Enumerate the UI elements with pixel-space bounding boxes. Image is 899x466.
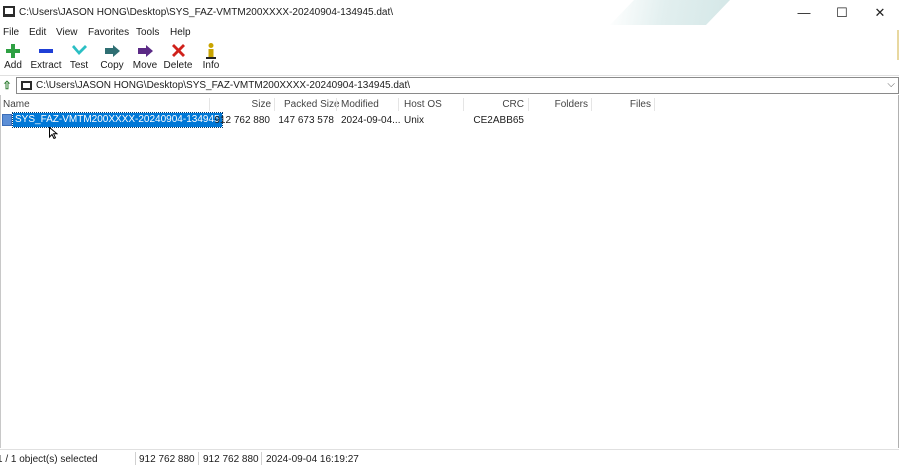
close-button[interactable]: ✕ [861,0,899,25]
archive-icon [21,81,32,90]
move-arrow-icon [137,44,153,57]
app-icon [3,6,15,17]
delete-label: Delete [163,60,193,71]
col-folders[interactable]: Folders [548,99,588,110]
folder-up-button[interactable]: ⇧ [1,78,13,92]
col-size[interactable]: Size [238,99,271,110]
mouse-cursor-icon [49,127,58,139]
menu-edit[interactable]: Edit [29,27,46,38]
col-name[interactable]: Name [3,99,30,110]
status-divider [135,452,136,465]
file-icon [2,114,12,126]
add-button[interactable]: Add [0,42,30,74]
col-divider[interactable] [209,98,210,111]
menu-help[interactable]: Help [170,27,191,38]
status-divider [198,452,199,465]
col-host-os[interactable]: Host OS [404,99,442,110]
col-divider[interactable] [591,98,592,111]
check-icon [71,44,87,55]
title-bar: C:\Users\JASON HONG\Desktop\SYS_FAZ-VMTM… [0,0,899,25]
plus-icon [6,43,20,58]
info-icon [206,42,216,59]
file-packed-size: 147 673 578 [278,115,334,126]
toolbar: Add Extract Test Copy Move Delete Info [0,40,899,76]
address-path: C:\Users\JASON HONG\Desktop\SYS_FAZ-VMTM… [36,80,411,91]
col-divider[interactable] [274,98,275,111]
status-bar: 1 / 1 object(s) selected 912 762 880 912… [0,449,899,466]
col-divider[interactable] [336,98,337,111]
col-files[interactable]: Files [620,99,651,110]
title-decoration [610,0,730,25]
column-header: Name Size Packed Size Modified Host OS C… [0,97,899,112]
extract-button[interactable]: Extract [29,42,63,74]
col-divider[interactable] [463,98,464,111]
test-label: Test [69,60,89,71]
chevron-down-icon[interactable]: ⌵ [887,79,895,90]
file-list-frame [0,95,899,448]
file-size: 912 762 880 [214,115,270,126]
col-divider[interactable] [528,98,529,111]
menu-bar: File Edit View Favorites Tools Help [0,25,899,40]
menu-favorites[interactable]: Favorites [88,27,129,38]
col-divider[interactable] [398,98,399,111]
menu-view[interactable]: View [56,27,78,38]
move-label: Move [132,60,158,71]
status-date: 2024-09-04 16:19:27 [266,454,359,465]
up-arrow-icon: ⇧ [2,79,12,92]
delete-x-icon [171,44,185,57]
address-bar: ⇧ C:\Users\JASON HONG\Desktop\SYS_FAZ-VM… [0,77,899,94]
info-button[interactable]: Info [194,42,228,74]
window-title: C:\Users\JASON HONG\Desktop\SYS_FAZ-VMTM… [19,7,394,18]
copy-label: Copy [100,60,124,71]
minus-icon [39,48,53,53]
maximize-button[interactable]: ☐ [823,0,861,25]
info-label: Info [202,60,220,71]
delete-button[interactable]: Delete [161,42,195,74]
table-row[interactable]: SYS_FAZ-VMTM200XXXX-20240904-134945 912 … [0,112,899,128]
file-host-os: Unix [404,115,425,126]
address-field[interactable]: C:\Users\JASON HONG\Desktop\SYS_FAZ-VMTM… [16,77,899,94]
col-crc[interactable]: CRC [490,99,524,110]
status-size: 912 762 880 [139,454,195,465]
col-packed-size[interactable]: Packed Size [284,99,340,110]
menu-file[interactable]: File [3,27,19,38]
status-divider [261,452,262,465]
copy-arrow-icon [104,44,120,57]
file-modified: 2024-09-04... [341,115,401,126]
file-name[interactable]: SYS_FAZ-VMTM200XXXX-20240904-134945 [12,112,223,128]
add-label: Add [4,60,22,71]
col-modified[interactable]: Modified [341,99,379,110]
copy-button[interactable]: Copy [95,42,129,74]
move-button[interactable]: Move [128,42,162,74]
status-packed: 912 762 880 [203,454,259,465]
col-divider[interactable] [654,98,655,111]
test-button[interactable]: Test [62,42,96,74]
status-selection: 1 / 1 object(s) selected [0,454,98,465]
extract-label: Extract [30,60,62,71]
file-crc: CE2ABB65 [473,115,524,126]
menu-tools[interactable]: Tools [136,27,159,38]
minimize-button[interactable]: — [785,0,823,25]
